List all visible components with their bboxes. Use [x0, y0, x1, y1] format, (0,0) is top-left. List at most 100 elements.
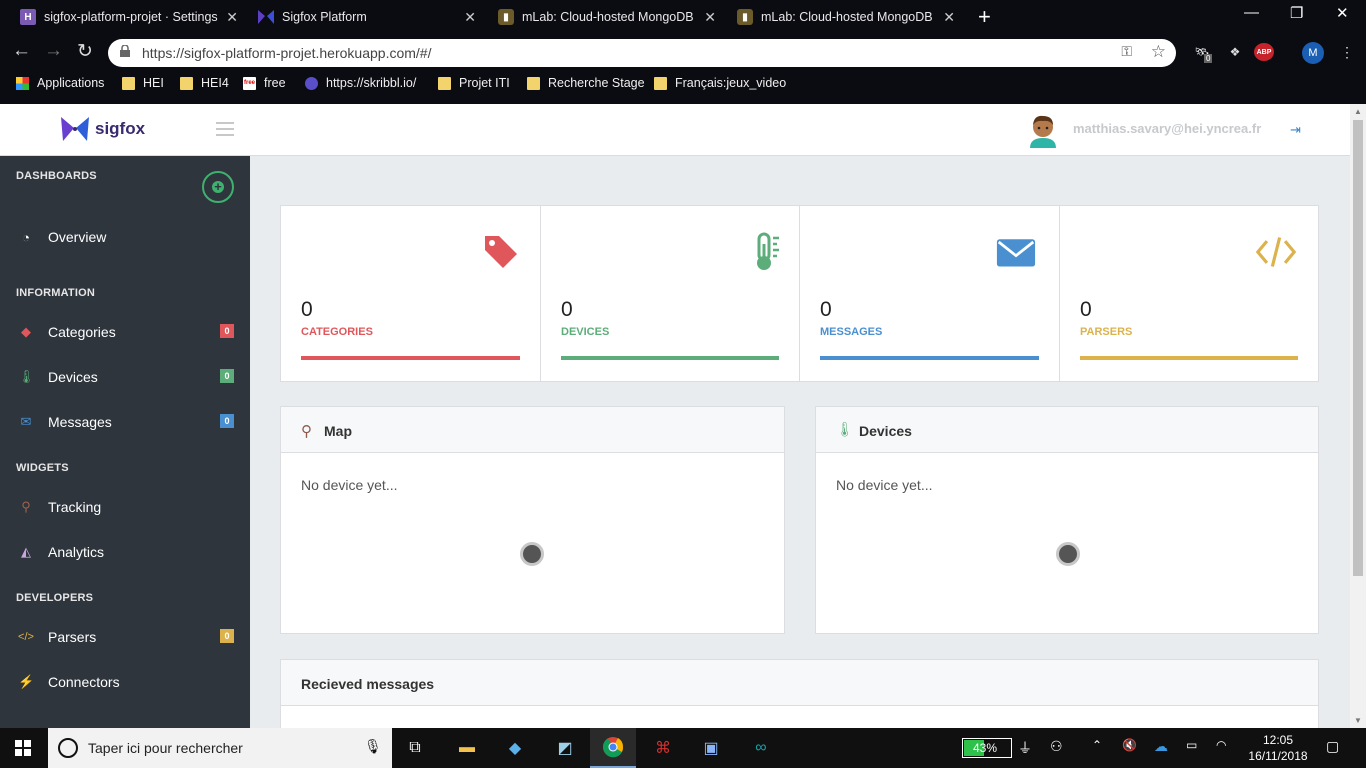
reload-icon[interactable]: ↻: [77, 40, 93, 63]
back-icon[interactable]: ←: [12, 40, 31, 62]
dropbox-icon[interactable]: ❖: [1224, 41, 1246, 63]
bookmark-skribbl[interactable]: https://skribbl.io/: [305, 76, 416, 90]
devices-panel: 🌡 Devices No device yet...: [815, 406, 1319, 634]
system-clock[interactable]: 12:05 16/11/2018: [1248, 732, 1308, 764]
page-scrollbar[interactable]: ▲ ▼: [1350, 104, 1366, 728]
bookmark-projet-iti[interactable]: Projet ITI: [438, 76, 510, 90]
bookmark-hei4[interactable]: HEI4: [180, 76, 229, 90]
people-icon[interactable]: ⚇: [1050, 738, 1063, 755]
bookmark-free[interactable]: free free: [243, 76, 286, 90]
scroll-down-icon[interactable]: ▼: [1354, 716, 1362, 725]
extension-badge: 0: [1204, 54, 1213, 63]
file-explorer-icon[interactable]: ▬: [444, 728, 490, 768]
stat-card-devices[interactable]: 0 DEVICES: [541, 206, 800, 381]
stat-card-categories[interactable]: 0 CATEGORIES: [281, 206, 541, 381]
stat-label: CATEGORIES: [301, 326, 373, 338]
bookmark-applications[interactable]: Applications: [16, 76, 104, 90]
scroll-up-icon[interactable]: ▲: [1354, 107, 1362, 116]
bookmark-label: free: [264, 76, 286, 90]
tab-mlab-2[interactable]: ▮ mLab: Cloud-hosted MongoDB ✕: [737, 0, 955, 34]
onedrive-icon[interactable]: ☁: [1154, 738, 1168, 755]
stat-card-parsers[interactable]: 0 PARSERS: [1060, 206, 1318, 381]
taskbar: Taper ici pour rechercher 🎙 ⧉ ▬ ◆ ◩ ⌘ ▣ …: [0, 728, 1366, 768]
envelope-icon: ✉: [20, 414, 32, 429]
close-icon[interactable]: ✕: [704, 9, 716, 26]
volume-muted-icon[interactable]: 🔇: [1122, 738, 1137, 752]
folder-icon: [122, 76, 135, 90]
sidebar-item-label: Connectors: [48, 674, 120, 690]
windows-start-icon[interactable]: [0, 728, 46, 768]
notifications-icon[interactable]: ▢: [1326, 738, 1339, 755]
menu-kebab-icon[interactable]: ⋮: [1340, 41, 1354, 63]
bookmark-recherche-stage[interactable]: Recherche Stage: [527, 76, 645, 90]
tab-sigfox-platform[interactable]: Sigfox Platform ✕: [258, 0, 476, 34]
map-marker-icon: ⚲: [21, 499, 31, 514]
hamburger-menu-icon[interactable]: [216, 122, 234, 136]
logout-icon[interactable]: ⇥: [1290, 122, 1301, 138]
sidebar-item-overview[interactable]: ◔ Overview: [0, 217, 250, 257]
browser-chrome: H sigfox-platform-projet · Settings ✕ Si…: [0, 0, 1366, 104]
bookmark-star-icon[interactable]: ☆: [1151, 42, 1166, 62]
task-view-icon[interactable]: ⧉: [392, 728, 438, 768]
sidebar-item-label: Categories: [48, 324, 116, 340]
sidebar-item-tracking[interactable]: ⚲ Tracking: [0, 487, 250, 527]
address-bar[interactable]: https://sigfox-platform-projet.herokuapp…: [108, 39, 1176, 67]
restore-icon[interactable]: ❐: [1290, 4, 1303, 22]
battery-percent: 43%: [973, 741, 998, 755]
stat-value: 0: [301, 298, 313, 321]
section-information: INFORMATION: [16, 287, 95, 299]
key-icon[interactable]: ⚿: [1121, 43, 1132, 60]
sidebar-item-devices[interactable]: 🌡 Devices 0: [0, 357, 250, 397]
adblock-icon[interactable]: ABP: [1254, 43, 1274, 61]
code-icon: [1256, 237, 1296, 267]
profile-avatar[interactable]: M: [1302, 42, 1324, 64]
add-dashboard-button[interactable]: +: [202, 171, 234, 203]
close-icon[interactable]: ✕: [226, 9, 238, 26]
app-window-icon[interactable]: ▣: [688, 728, 734, 768]
chevron-up-icon[interactable]: ⌃: [1092, 738, 1102, 752]
bookmark-label: https://skribbl.io/: [326, 76, 417, 90]
forward-icon[interactable]: →: [44, 40, 63, 62]
sidebar-item-analytics[interactable]: ◭ Analytics: [0, 532, 250, 572]
tab-mlab-1[interactable]: ▮ mLab: Cloud-hosted MongoDB ✕: [498, 0, 716, 34]
tag-icon: [485, 236, 517, 268]
scrollbar-thumb[interactable]: [1353, 120, 1363, 576]
count-badge: 0: [220, 414, 234, 428]
sidebar-item-messages[interactable]: ✉ Messages 0: [0, 402, 250, 442]
chrome-icon[interactable]: [590, 728, 636, 768]
bookmarks-bar: Applications HEI HEI4 free free https://s…: [0, 72, 1366, 98]
sidebar-item-connectors[interactable]: ⚡ Connectors: [0, 662, 250, 702]
stat-label: PARSERS: [1080, 326, 1133, 338]
user-email[interactable]: matthias.savary@hei.yncrea.fr: [1073, 121, 1261, 136]
stat-underline: [820, 356, 1039, 360]
stat-card-messages[interactable]: 0 MESSAGES: [800, 206, 1060, 381]
bookmark-label: HEI: [143, 76, 164, 90]
count-badge: 0: [220, 324, 234, 338]
acrobat-icon[interactable]: ⌘: [640, 728, 686, 768]
stat-underline: [1080, 356, 1298, 360]
microphone-icon[interactable]: 🎙: [364, 738, 382, 755]
battery-indicator[interactable]: 43%: [962, 738, 1012, 758]
taskbar-search-input[interactable]: Taper ici pour rechercher 🎙: [48, 728, 392, 768]
brand-logo[interactable]: sigfox: [60, 116, 145, 142]
folder-icon: [438, 76, 451, 90]
avatar[interactable]: [1026, 112, 1060, 148]
notepad-icon[interactable]: ◩: [542, 728, 588, 768]
bookmark-francais-jeux[interactable]: Français:jeux_video: [654, 76, 786, 90]
close-icon[interactable]: ✕: [943, 9, 955, 26]
close-window-icon[interactable]: ✕: [1336, 4, 1349, 22]
sidebar-item-parsers[interactable]: </> Parsers 0: [0, 617, 250, 657]
sourcetree-icon[interactable]: ◆: [492, 728, 538, 768]
new-tab-button[interactable]: +: [978, 4, 991, 30]
bookmark-hei[interactable]: HEI: [122, 76, 164, 90]
sidebar-item-categories[interactable]: ◆ Categories 0: [0, 312, 250, 352]
arduino-icon[interactable]: ∞: [738, 728, 784, 768]
minimize-icon[interactable]: —: [1244, 4, 1259, 21]
cortana-icon: [58, 738, 78, 758]
close-icon[interactable]: ✕: [464, 9, 476, 26]
satellite-extension-icon[interactable]: 🛰 0: [1190, 41, 1214, 63]
loading-spinner: [1056, 542, 1080, 566]
network-icon[interactable]: ▭: [1186, 738, 1197, 752]
tab-settings[interactable]: H sigfox-platform-projet · Settings ✕: [20, 0, 238, 34]
wifi-icon[interactable]: ◠: [1216, 738, 1226, 752]
